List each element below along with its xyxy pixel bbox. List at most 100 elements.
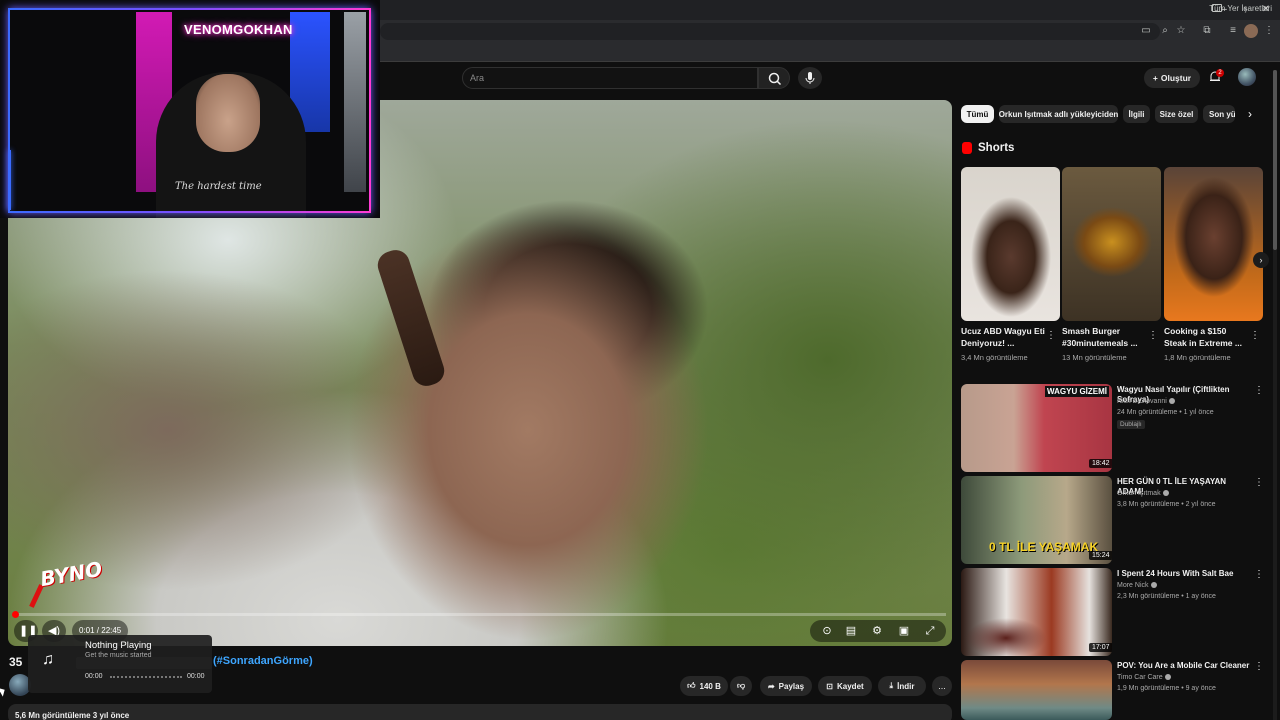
settings-icon[interactable]: ⚙ bbox=[870, 624, 884, 638]
progress-bar[interactable] bbox=[14, 613, 946, 616]
page-scrollbar-thumb[interactable] bbox=[1273, 70, 1277, 250]
download-label: İndir bbox=[897, 681, 915, 691]
address-bar[interactable] bbox=[380, 23, 1160, 40]
rec-thumb-text: WAGYU GİZEMİ bbox=[1045, 386, 1109, 397]
dubbed-badge: Dublajlı bbox=[1117, 420, 1145, 429]
chevron-right-icon[interactable]: › bbox=[1242, 106, 1258, 122]
share-label: Paylaş bbox=[778, 681, 805, 691]
share-button[interactable]: ➦ Paylaş bbox=[760, 676, 812, 696]
short-title[interactable]: Cooking a $150 Steak in Extreme ... bbox=[1164, 326, 1250, 349]
rec-menu-icon[interactable]: ⋮ bbox=[1254, 477, 1264, 489]
autoplay-toggle-icon[interactable]: ⊙ bbox=[818, 624, 836, 638]
rec-channel[interactable]: Orkun Işıtmak bbox=[1117, 490, 1169, 497]
create-button[interactable]: + Oluştur bbox=[1144, 68, 1200, 88]
shorts-heading: Shorts bbox=[978, 142, 1015, 154]
webcam-overlay: VENOMGOKHAN The hardest time bbox=[0, 0, 380, 218]
sidepanel-icon[interactable]: ≡ bbox=[1226, 24, 1240, 38]
rec-channel-name: More Nick bbox=[1117, 582, 1149, 589]
short-menu-icon[interactable]: ⋮ bbox=[1250, 330, 1260, 342]
rec-channel[interactable]: More Nick bbox=[1117, 582, 1157, 589]
zoom-icon[interactable]: ⌕ bbox=[1158, 24, 1172, 38]
short-thumbnail[interactable] bbox=[961, 167, 1060, 321]
fullscreen-icon[interactable]: ⤢ bbox=[923, 624, 937, 638]
rec-meta: 3,8 Mn görüntüleme • 2 yıl önce bbox=[1117, 501, 1216, 508]
chip-for-you[interactable]: Size özel bbox=[1155, 105, 1198, 123]
shorts-icon bbox=[962, 142, 972, 154]
music-note-icon: ♫ bbox=[42, 651, 54, 668]
voice-search-button[interactable] bbox=[798, 67, 822, 89]
star-icon[interactable]: ☆ bbox=[1174, 24, 1188, 38]
shorts-next-icon[interactable]: › bbox=[1253, 252, 1269, 268]
download-icon: ⤓ bbox=[889, 681, 894, 690]
rec-title[interactable]: I Spent 24 Hours With Salt Bae bbox=[1117, 569, 1253, 579]
video-title-prefix: 35 bbox=[9, 655, 23, 669]
rec-thumbnail[interactable]: WAGYU GİZEMİ 18:42 bbox=[961, 384, 1112, 472]
rec-duration: 15:24 bbox=[1089, 551, 1112, 560]
more-actions-button[interactable]: ... bbox=[932, 676, 952, 696]
rec-meta: 2,3 Mn görüntüleme • 1 ay önce bbox=[1117, 593, 1216, 600]
rec-duration: 17:07 bbox=[1089, 643, 1112, 652]
short-menu-icon[interactable]: ⋮ bbox=[1148, 330, 1158, 342]
search-input[interactable] bbox=[462, 67, 758, 89]
share-icon: ➦ bbox=[767, 681, 775, 691]
short-title[interactable]: Smash Burger #30minutemeals ... bbox=[1062, 326, 1148, 349]
notification-badge: 2 bbox=[1216, 69, 1224, 77]
rec-thumbnail[interactable]: 0 TL İLE YAŞAMAK 15:24 bbox=[961, 476, 1112, 564]
like-button[interactable]: 👍︎ 140 B bbox=[680, 676, 728, 696]
search-placeholder: Ara bbox=[470, 73, 485, 83]
rec-duration: 18:42 bbox=[1089, 459, 1112, 468]
short-thumbnail[interactable] bbox=[1062, 167, 1161, 321]
now-playing-end-time: 00:00 bbox=[187, 673, 205, 680]
rec-thumbnail[interactable]: 17:07 bbox=[961, 568, 1112, 656]
rec-thumbnail[interactable] bbox=[961, 660, 1112, 720]
rec-channel[interactable]: Nick DiGiovanni bbox=[1117, 398, 1175, 405]
short-views: 13 Mn görüntüleme bbox=[1062, 353, 1127, 362]
rec-title[interactable]: POV: You Are a Mobile Car Cleaner bbox=[1117, 661, 1253, 671]
dislike-button[interactable]: 👎︎ bbox=[730, 676, 752, 696]
rec-menu-icon[interactable]: ⋮ bbox=[1254, 385, 1264, 397]
create-label: Oluştur bbox=[1160, 73, 1192, 83]
thumbs-up-icon: 👍︎ bbox=[687, 681, 696, 690]
webcam-frame bbox=[8, 8, 371, 213]
subtitles-icon[interactable]: ▤ bbox=[844, 624, 858, 638]
short-views: 3,4 Mn görüntüleme bbox=[961, 353, 1028, 362]
chip-uploader[interactable]: Orkun Işıtmak adlı yükleyiciden bbox=[999, 105, 1118, 123]
menu-icon[interactable]: ⋮ bbox=[1262, 24, 1276, 38]
description-box[interactable] bbox=[8, 704, 952, 720]
mic-icon bbox=[805, 72, 815, 84]
verified-icon bbox=[1150, 582, 1157, 589]
rec-channel-name: Orkun Işıtmak bbox=[1117, 490, 1161, 497]
short-menu-icon[interactable]: ⋮ bbox=[1046, 330, 1056, 342]
miniplayer-icon[interactable]: ▣ bbox=[897, 624, 911, 638]
short-thumbnail[interactable] bbox=[1164, 167, 1263, 321]
download-button[interactable]: ⤓ İndir bbox=[878, 676, 926, 696]
now-playing-title: Nothing Playing bbox=[85, 640, 152, 651]
rec-menu-icon[interactable]: ⋮ bbox=[1254, 569, 1264, 581]
progress-scrubber[interactable] bbox=[12, 611, 19, 618]
chip-related[interactable]: İlgili bbox=[1123, 105, 1150, 123]
rec-channel-name: Nick DiGiovanni bbox=[1117, 398, 1167, 405]
profile-icon[interactable] bbox=[1244, 24, 1258, 38]
save-button[interactable]: ⊡ Kaydet bbox=[818, 676, 872, 696]
chip-recent[interactable]: Son yü bbox=[1203, 105, 1235, 123]
now-playing-start-time: 00:00 bbox=[85, 673, 103, 680]
rec-menu-icon[interactable]: ⋮ bbox=[1254, 661, 1264, 673]
plus-icon: + bbox=[1152, 73, 1158, 83]
screen: – ▫ ✕ ▭ ⌕ ☆ ⧉ ≡ ⋮ Tüm Yer İşaretleri Ara… bbox=[0, 0, 1280, 720]
thumbs-down-icon: 👎︎ bbox=[736, 681, 746, 690]
now-playing-subtitle: Get the music started bbox=[85, 652, 152, 659]
short-title[interactable]: Ucuz ABD Wagyu Eti Deniyoruz! ... bbox=[961, 326, 1047, 349]
extensions-icon[interactable]: ⧉ bbox=[1200, 24, 1214, 38]
short-views: 1,8 Mn görüntüleme bbox=[1164, 353, 1231, 362]
bookmark-icon: ⊡ bbox=[826, 681, 833, 691]
like-count: 140 B bbox=[699, 681, 721, 691]
views-date: 5,6 Mn görüntüleme 3 yıl önce bbox=[15, 711, 130, 720]
verified-icon bbox=[1168, 398, 1175, 405]
search-button[interactable] bbox=[758, 67, 790, 89]
cast-icon[interactable]: ▭ bbox=[1139, 24, 1153, 38]
all-bookmarks[interactable]: Tüm Yer İşaretleri bbox=[1209, 4, 1272, 13]
chip-all[interactable]: Tümü bbox=[961, 105, 994, 123]
account-avatar[interactable] bbox=[1238, 68, 1256, 86]
rec-channel[interactable]: Timo Car Care bbox=[1117, 674, 1171, 681]
video-title-hashtag[interactable]: (#SonradanGörme) bbox=[213, 655, 313, 667]
